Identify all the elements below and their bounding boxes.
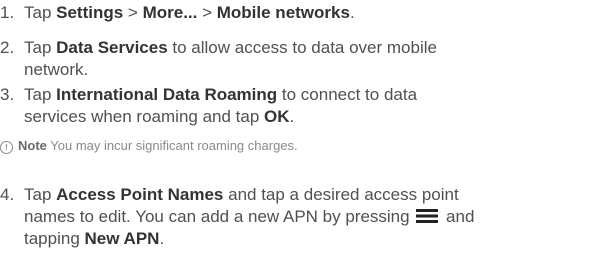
step-4: 4. Tap Access Point Names and tap a desi…	[0, 184, 580, 250]
menu-icon	[416, 209, 439, 223]
access-point-names-label: Access Point Names	[56, 185, 224, 204]
step-3: 3. Tap International Data Roaming to con…	[0, 84, 580, 128]
text-run: .	[159, 229, 165, 248]
step-1: 1. Tap Settings > More... > Mobile netwo…	[0, 2, 580, 24]
international-data-roaming-label: International Data Roaming	[56, 85, 278, 104]
text-run: tapping	[24, 229, 85, 248]
text-run: Tap	[24, 85, 57, 104]
text-run: >	[197, 3, 217, 22]
text-run: Tap	[24, 38, 57, 57]
step-text: Tap Data Services to allow access to dat…	[24, 37, 564, 81]
ok-label: OK	[264, 107, 290, 126]
text-run: >	[123, 3, 143, 22]
note-label: Note	[18, 138, 47, 153]
text-run: to allow access to data over mobile	[167, 38, 437, 57]
text-run: services when roaming and tap	[24, 107, 265, 126]
text-run: network.	[24, 60, 89, 79]
data-services-label: Data Services	[56, 38, 168, 57]
note: ! Note You may incur significant roaming …	[0, 138, 580, 154]
text-run: .	[349, 3, 355, 22]
step-number: 1.	[0, 3, 15, 22]
settings-label: Settings	[56, 3, 124, 22]
text-run: .	[289, 107, 295, 126]
more-label: More...	[142, 3, 198, 22]
note-text: You may incur significant roaming charge…	[46, 138, 298, 153]
text-run: to connect to data	[277, 85, 418, 104]
text-run: and tap a desired access point	[223, 185, 459, 204]
step-2: 2. Tap Data Services to allow access to …	[0, 37, 580, 81]
mobile-networks-label: Mobile networks	[216, 3, 350, 22]
step-number: 3.	[0, 85, 15, 104]
text-run: and	[441, 207, 475, 226]
step-number: 2.	[0, 38, 15, 57]
new-apn-label: New APN	[84, 229, 160, 248]
instruction-page: 1. Tap Settings > More... > Mobile netwo…	[0, 0, 590, 273]
text-run: names to edit. You can add a new APN by …	[24, 207, 415, 226]
text-run: Tap	[24, 3, 57, 22]
step-number: 4.	[0, 185, 15, 204]
info-icon: !	[0, 141, 13, 154]
text-run: Tap	[24, 185, 57, 204]
step-text: Tap Access Point Names and tap a desired…	[24, 184, 564, 250]
step-text: Tap Settings > More... > Mobile networks…	[24, 2, 564, 24]
step-text: Tap International Data Roaming to connec…	[24, 84, 564, 128]
